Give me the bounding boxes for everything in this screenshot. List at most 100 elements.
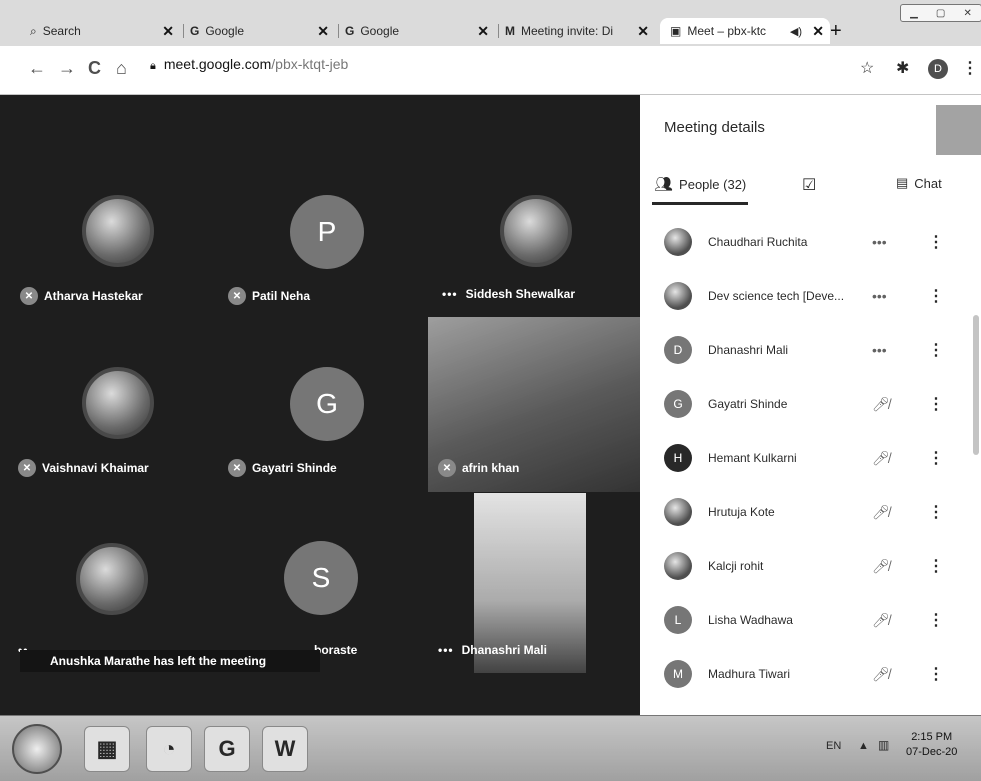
mic-off-icon: ✕ bbox=[18, 459, 36, 477]
participant-tile-name: ✕ Atharva Hastekar bbox=[20, 287, 143, 305]
start-button[interactable] bbox=[12, 724, 62, 774]
media-player-icon[interactable]: ◔ bbox=[146, 726, 192, 772]
close-icon[interactable]: ✕ bbox=[812, 23, 824, 40]
window-controls[interactable]: ▁ ▢ ✕ bbox=[900, 4, 981, 22]
avatar: S bbox=[284, 541, 358, 615]
mic-off-icon: 🎤︎̸ bbox=[872, 665, 890, 682]
panel-scrollbar[interactable] bbox=[973, 315, 979, 455]
avatar bbox=[664, 498, 692, 526]
more-options-icon[interactable]: ⋮ bbox=[928, 556, 944, 576]
speaking-indicator-icon: ••• bbox=[438, 643, 454, 657]
panel-title: Meeting details bbox=[664, 119, 765, 136]
more-options-icon[interactable]: ⋮ bbox=[928, 502, 944, 522]
list-item[interactable]: Dev science tech [Deve... ••• ⋮ bbox=[640, 269, 981, 323]
file-explorer-icon[interactable]: ▦ bbox=[84, 726, 130, 772]
home-icon[interactable]: ⌂ bbox=[116, 58, 127, 79]
audio-playing-icon[interactable]: ◀) bbox=[790, 25, 802, 38]
language-indicator[interactable]: EN bbox=[826, 740, 841, 752]
extensions-icon[interactable]: ✱ bbox=[896, 58, 909, 78]
participant-name: Dev science tech [Deve... bbox=[708, 289, 845, 303]
more-options-icon[interactable]: ⋮ bbox=[928, 286, 944, 306]
mic-off-icon: 🎤︎̸ bbox=[872, 611, 890, 628]
mic-off-icon: 🎤︎̸ bbox=[872, 449, 890, 466]
more-options-icon[interactable]: ⋮ bbox=[928, 394, 944, 414]
network-icon[interactable]: ▥ bbox=[878, 738, 889, 752]
avatar bbox=[76, 543, 148, 615]
profile-avatar[interactable]: D bbox=[928, 59, 948, 79]
browser-tab-strip: ⌕ Search ✕ G Google ✕ G Google ✕ M Meeti… bbox=[0, 0, 981, 46]
avatar: M bbox=[664, 660, 692, 688]
tab-title: Search bbox=[42, 24, 81, 38]
tab-google-2[interactable]: G Google ✕ bbox=[345, 18, 495, 44]
tab-search[interactable]: ⌕ Search ✕ bbox=[30, 18, 180, 44]
new-tab-button[interactable]: + bbox=[830, 20, 842, 43]
maximize-icon[interactable]: ▢ bbox=[936, 8, 945, 19]
forward-icon[interactable]: → bbox=[58, 58, 76, 79]
mic-off-icon: 🎤︎̸ bbox=[872, 557, 890, 574]
avatar bbox=[82, 367, 154, 439]
lock-icon: 🔒︎ bbox=[150, 60, 156, 72]
participant-tile-name: ✕ Vaishnavi Khaimar bbox=[18, 459, 149, 477]
more-options-icon[interactable]: ⋮ bbox=[928, 664, 944, 684]
tab-people[interactable]: 👥︎ People (32) bbox=[654, 175, 746, 193]
tab-activities[interactable]: ☑ bbox=[802, 175, 816, 195]
avatar: G bbox=[290, 367, 364, 441]
os-taskbar: ▦ ◔ G W EN ▲ ▥ 2:15 PM 07-Dec-20 bbox=[0, 715, 981, 781]
list-item[interactable]: G Gayatri Shinde 🎤︎̸ ⋮ bbox=[640, 377, 981, 431]
tab-title: Meeting invite: Di bbox=[521, 24, 614, 38]
more-options-icon[interactable]: ⋮ bbox=[928, 448, 944, 468]
mic-off-icon: ✕ bbox=[228, 459, 246, 477]
list-item[interactable]: H Hemant Kulkarni 🎤︎̸ ⋮ bbox=[640, 431, 981, 485]
address-bar[interactable]: 🔒︎ meet.google.com/pbx-ktqt-jeb bbox=[150, 56, 348, 73]
meeting-details-panel: Meeting details 👥︎ People (32) ☑ ▤ Chat … bbox=[640, 95, 981, 715]
participant-name: Hrutuja Kote bbox=[708, 505, 775, 519]
show-hidden-icons-icon[interactable]: ▲ bbox=[858, 740, 869, 752]
more-options-icon[interactable]: ⋮ bbox=[928, 340, 944, 360]
url-domain: meet.google.com bbox=[163, 56, 272, 72]
minimize-icon[interactable]: ▁ bbox=[910, 8, 918, 19]
participant-tile-name: ✕ Gayatri Shinde bbox=[228, 459, 337, 477]
close-icon[interactable]: ✕ bbox=[162, 23, 174, 40]
avatar: H bbox=[664, 444, 692, 472]
more-options-icon[interactable]: ⋮ bbox=[928, 610, 944, 630]
tab-chat[interactable]: ▤ Chat bbox=[896, 175, 942, 191]
system-clock[interactable]: 2:15 PM 07-Dec-20 bbox=[906, 730, 957, 760]
menu-icon[interactable]: ⋮ bbox=[962, 58, 978, 78]
speaking-indicator-icon: ••• bbox=[442, 287, 458, 301]
word-icon[interactable]: W bbox=[262, 726, 308, 772]
participant-name: Madhura Tiwari bbox=[708, 667, 791, 681]
list-item[interactable]: L Lisha Wadhawa 🎤︎̸ ⋮ bbox=[640, 593, 981, 647]
speaking-indicator-icon: ••• bbox=[872, 288, 887, 304]
gmail-icon: M bbox=[505, 24, 515, 38]
list-item[interactable]: M Madhura Tiwari 🎤︎̸ ⋮ bbox=[640, 647, 981, 701]
participant-name: Chaudhari Ruchita bbox=[708, 235, 808, 249]
avatar bbox=[664, 282, 692, 310]
avatar bbox=[664, 552, 692, 580]
close-icon[interactable]: ✕ bbox=[637, 23, 649, 40]
close-icon[interactable]: ✕ bbox=[477, 23, 489, 40]
tab-google-1[interactable]: G Google ✕ bbox=[190, 18, 335, 44]
avatar bbox=[500, 195, 572, 267]
reload-icon[interactable]: C bbox=[88, 58, 101, 79]
people-icon: 👥︎ bbox=[654, 176, 674, 193]
tab-meet-active[interactable]: ▣ Meet – pbx-ktc ◀) ✕ bbox=[660, 18, 830, 44]
list-item[interactable]: D Dhanashri Mali ••• ⋮ bbox=[640, 323, 981, 377]
chrome-icon[interactable]: G bbox=[204, 726, 250, 772]
list-item[interactable]: Chaudhari Ruchita ••• ⋮ bbox=[640, 215, 981, 269]
more-options-icon[interactable]: ⋮ bbox=[928, 232, 944, 252]
speaking-indicator-icon: ••• bbox=[872, 342, 887, 358]
browser-toolbar: ← → C ⌂ 🔒︎ meet.google.com/pbx-ktqt-jeb ☆… bbox=[0, 46, 981, 95]
close-icon[interactable]: ✕ bbox=[317, 23, 329, 40]
active-tab-indicator bbox=[652, 202, 748, 205]
back-icon[interactable]: ← bbox=[28, 58, 46, 79]
list-item[interactable]: Hrutuja Kote 🎤︎̸ ⋮ bbox=[640, 485, 981, 539]
google-icon: G bbox=[345, 24, 355, 38]
star-icon[interactable]: ☆ bbox=[860, 58, 874, 78]
mic-off-icon: ✕ bbox=[228, 287, 246, 305]
search-icon: ⌕ bbox=[30, 23, 37, 38]
close-window-icon[interactable]: ✕ bbox=[964, 8, 972, 19]
tab-gmail-meeting-invite[interactable]: M Meeting invite: Di ✕ bbox=[505, 18, 655, 44]
list-item[interactable]: Kalcji rohit 🎤︎̸ ⋮ bbox=[640, 539, 981, 593]
close-panel-button[interactable] bbox=[936, 105, 981, 155]
participant-tile-name: ✕ Patil Neha bbox=[228, 287, 310, 305]
